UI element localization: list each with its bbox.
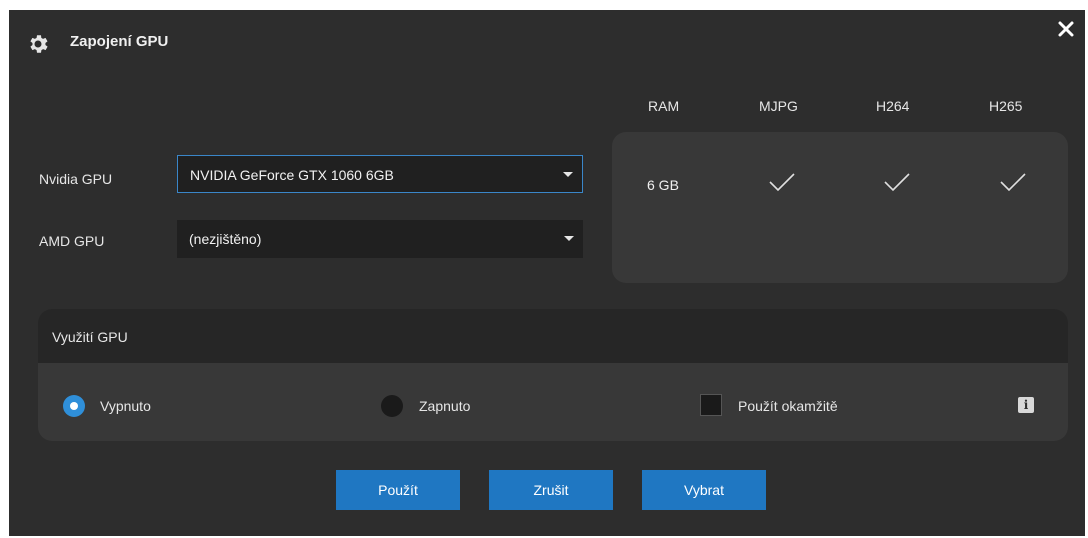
gpu-usage-header: Využití GPU <box>38 309 1068 363</box>
gpu-capabilities-panel: 6 GB <box>612 132 1068 283</box>
amd-gpu-select[interactable]: (nezjištěno) <box>177 220 583 258</box>
gpu-usage-title: Využití GPU <box>52 329 128 345</box>
title-bar: Zapojení GPU <box>9 10 1085 72</box>
radio-off[interactable] <box>63 395 85 417</box>
nvidia-gpu-label: Nvidia GPU <box>39 171 113 187</box>
cancel-button[interactable]: Zrušit <box>489 470 613 510</box>
column-header-ram: RAM <box>648 98 680 114</box>
gpu-dialog: Zapojení GPU RAM MJPG H264 H265 Nvidia G… <box>9 10 1085 536</box>
dialog-title: Zapojení GPU <box>70 33 169 50</box>
close-icon[interactable] <box>1056 19 1076 39</box>
chevron-down-icon <box>564 236 574 241</box>
amd-gpu-label: AMD GPU <box>39 233 105 249</box>
h265-check-icon <box>1000 173 1026 192</box>
column-header-h265: H265 <box>989 98 1023 114</box>
column-header-h264: H264 <box>876 98 910 114</box>
ram-value: 6 GB <box>647 177 679 193</box>
gpu-usage-panel: Využití GPU Vypnuto Zapnuto Použít okamž… <box>38 309 1068 441</box>
apply-now-checkbox[interactable] <box>700 394 722 416</box>
amd-gpu-value: (nezjištěno) <box>189 231 262 247</box>
select-button[interactable]: Vybrat <box>642 470 766 510</box>
radio-on[interactable] <box>381 395 403 417</box>
nvidia-gpu-select[interactable]: NVIDIA GeForce GTX 1060 6GB <box>177 155 583 193</box>
gear-icon <box>30 35 48 53</box>
info-icon[interactable]: i <box>1018 397 1034 413</box>
apply-now-label[interactable]: Použít okamžitě <box>738 398 838 414</box>
h264-check-icon <box>884 173 910 192</box>
mjpg-check-icon <box>769 173 795 192</box>
nvidia-gpu-value: NVIDIA GeForce GTX 1060 6GB <box>190 167 394 183</box>
radio-on-label[interactable]: Zapnuto <box>419 398 470 414</box>
column-header-mjpg: MJPG <box>759 98 798 114</box>
apply-button[interactable]: Použít <box>336 470 460 510</box>
radio-off-label[interactable]: Vypnuto <box>100 398 151 414</box>
chevron-down-icon <box>563 172 573 177</box>
